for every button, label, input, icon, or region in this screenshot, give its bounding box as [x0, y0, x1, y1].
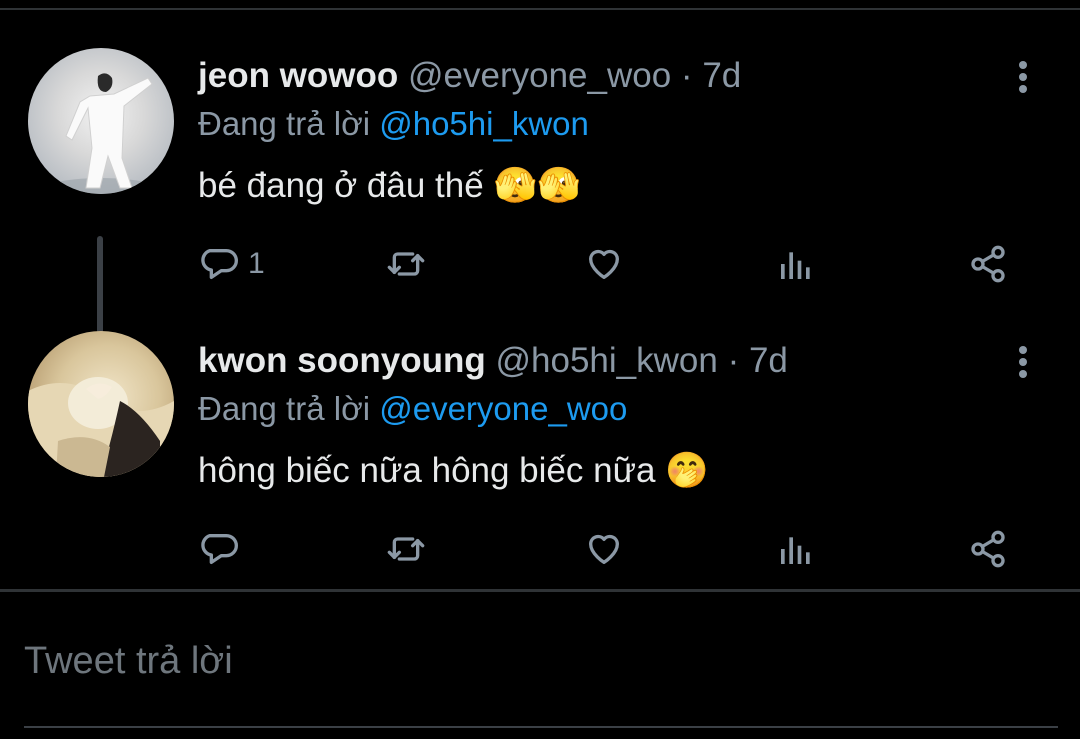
tweet-text: hông biếc nữa hông biếc nữa 🤭: [198, 449, 709, 493]
tweet-text-content: hông biếc nữa hông biếc nữa: [198, 451, 656, 490]
tweet-text-content: bé đang ở đâu thế: [198, 166, 484, 205]
share-button[interactable]: [968, 525, 1008, 573]
tweet[interactable]: kwon soonyoung @ho5hi_kwon · 7d Đang trả…: [0, 325, 1080, 585]
retweet-icon: [387, 537, 425, 561]
reply-count: 1: [248, 247, 265, 280]
like-button[interactable]: [584, 240, 624, 288]
timestamp[interactable]: 7d: [749, 341, 788, 380]
retweet-icon: [387, 252, 425, 276]
like-button[interactable]: [584, 525, 624, 573]
analytics-icon: [781, 252, 810, 279]
compose-underline: [24, 726, 1058, 728]
separator: ·: [727, 341, 740, 380]
reply-bubble-icon: [201, 534, 238, 564]
analytics-button[interactable]: [776, 525, 816, 573]
user-handle[interactable]: @ho5hi_kwon: [496, 341, 718, 380]
replying-to-link[interactable]: @everyone_woo: [379, 390, 627, 427]
reply-bubble-icon: [201, 249, 238, 279]
tweet[interactable]: jeon wowoo @everyone_woo · 7d Đang trả l…: [0, 40, 1080, 366]
reply-compose-input[interactable]: Tweet trả lời: [24, 640, 233, 683]
heart-icon: [589, 534, 619, 564]
replying-to-label: Đang trả lời: [198, 105, 371, 142]
avatar[interactable]: [28, 48, 174, 194]
analytics-button[interactable]: [776, 240, 816, 288]
replying-to: Đang trả lời @everyone_woo: [198, 387, 627, 431]
reply-button[interactable]: [198, 525, 248, 573]
tweet-actions: [198, 525, 1018, 573]
user-handle[interactable]: @everyone_woo: [408, 56, 671, 95]
top-divider: [0, 8, 1080, 10]
replying-to-label: Đang trả lời: [198, 390, 371, 427]
more-vertical-icon[interactable]: [1016, 343, 1030, 383]
tweet-header: jeon wowoo @everyone_woo · 7d: [198, 54, 741, 98]
share-button[interactable]: [968, 240, 1008, 288]
share-icon: [971, 530, 1005, 568]
share-icon: [971, 245, 1005, 283]
replying-to-link[interactable]: @ho5hi_kwon: [379, 105, 589, 142]
display-name[interactable]: jeon wowoo: [198, 56, 398, 95]
replying-to: Đang trả lời @ho5hi_kwon: [198, 102, 589, 146]
display-name[interactable]: kwon soonyoung: [198, 341, 486, 380]
emoji: 🤭: [665, 451, 709, 491]
more-vertical-icon[interactable]: [1016, 58, 1030, 98]
heart-icon: [589, 249, 619, 279]
retweet-button[interactable]: [386, 240, 426, 288]
tweet-text: bé đang ở đâu thế 🫣🫣: [198, 164, 581, 208]
avatar[interactable]: [28, 331, 174, 477]
reply-button[interactable]: 1: [198, 240, 265, 288]
separator: ·: [680, 56, 693, 95]
retweet-button[interactable]: [386, 525, 426, 573]
emoji: 🫣🫣: [493, 166, 581, 206]
timestamp[interactable]: 7d: [702, 56, 741, 95]
tweet-actions: 1: [198, 240, 1018, 288]
tweet-header: kwon soonyoung @ho5hi_kwon · 7d: [198, 339, 788, 383]
compose-divider: [0, 589, 1080, 592]
analytics-icon: [781, 537, 810, 564]
